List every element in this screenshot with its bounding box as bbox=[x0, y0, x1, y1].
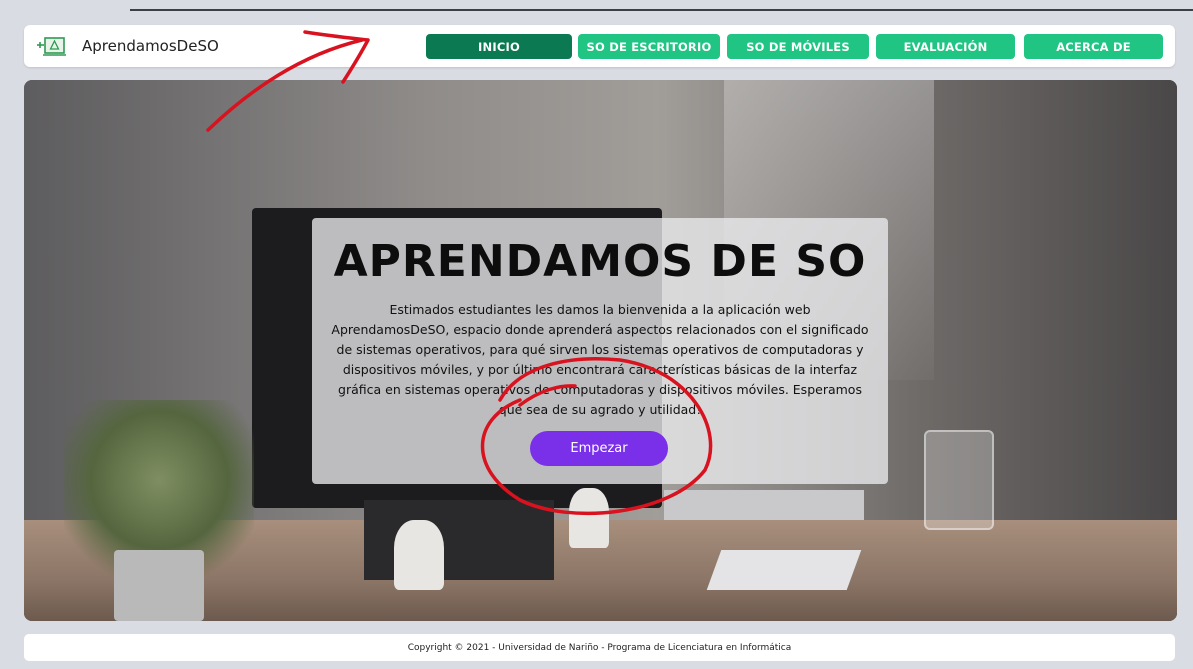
nav-item-so-de-escritorio[interactable]: SO DE ESCRITORIO bbox=[578, 34, 720, 59]
hero-monitor-stand bbox=[364, 500, 554, 580]
footer: Copyright © 2021 - Universidad de Nariño… bbox=[24, 634, 1175, 661]
hero-keyboard bbox=[706, 550, 862, 590]
hero-glass bbox=[924, 430, 994, 530]
hero-bust-small bbox=[569, 488, 609, 548]
hero-banner: APRENDAMOS DE SO Estimados estudiantes l… bbox=[24, 80, 1177, 621]
brand[interactable]: AprendamosDeSO bbox=[36, 33, 219, 59]
nav-item-so-de-moviles[interactable]: SO DE MÓVILES bbox=[727, 34, 869, 59]
hero-laptop bbox=[664, 490, 864, 520]
brand-name: AprendamosDeSO bbox=[82, 37, 219, 55]
footer-copyright: Copyright © 2021 - Universidad de Nariño… bbox=[407, 642, 792, 653]
welcome-card: APRENDAMOS DE SO Estimados estudiantes l… bbox=[312, 218, 888, 484]
nav-item-acerca-de[interactable]: ACERCA DE bbox=[1024, 34, 1163, 59]
hero-plant-pot bbox=[114, 550, 204, 621]
nav-item-evaluacion[interactable]: EVALUACIÓN bbox=[876, 34, 1015, 59]
hero-title: APRENDAMOS DE SO bbox=[333, 236, 867, 287]
window-top-edge bbox=[0, 0, 1193, 12]
navbar: AprendamosDeSO INICIO SO DE ESCRITORIO S… bbox=[24, 25, 1175, 67]
hero-bust bbox=[394, 520, 444, 590]
nav-item-inicio[interactable]: INICIO bbox=[426, 34, 572, 59]
presentation-board-icon bbox=[36, 35, 68, 57]
start-button[interactable]: Empezar bbox=[530, 431, 668, 466]
hero-description: Estimados estudiantes les damos la bienv… bbox=[331, 302, 869, 417]
